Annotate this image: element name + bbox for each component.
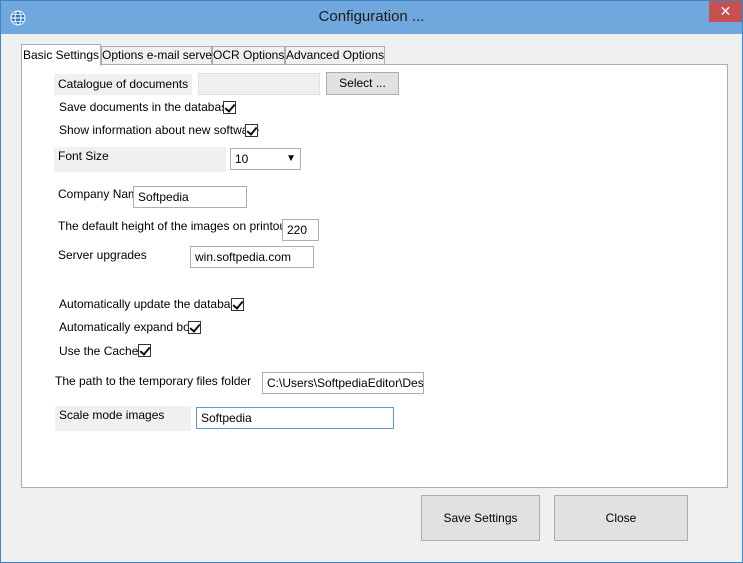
scale-mode-label: Scale mode images (55, 406, 191, 431)
configuration-window: Configuration ... ✕ Basic Settings Optio… (0, 0, 743, 563)
temp-path-label: The path to the temporary files folder (55, 374, 252, 388)
default-height-input[interactable]: 220 (282, 219, 319, 241)
use-cache-label: Use the Cache (59, 344, 139, 358)
tab-ocr-options[interactable]: OCR Options (212, 46, 285, 65)
company-name-input[interactable]: Softpedia (133, 186, 247, 208)
catalogue-label: Catalogue of documents (54, 74, 192, 95)
close-icon: ✕ (719, 3, 732, 19)
select-catalogue-button[interactable]: Select ... (326, 72, 399, 95)
font-size-label: Font Size (54, 147, 226, 172)
catalogue-field[interactable] (198, 73, 320, 95)
font-size-select[interactable]: 10 ▼ (230, 148, 301, 170)
save-documents-label: Save documents in the database (59, 100, 234, 114)
use-cache-checkbox[interactable] (138, 344, 151, 357)
server-upgrades-label: Server upgrades (58, 248, 147, 262)
window-title: Configuration ... (318, 8, 425, 25)
tab-email-server[interactable]: Options e-mail server (101, 46, 216, 65)
company-name-label: Company Name (58, 187, 145, 201)
auto-update-checkbox[interactable] (231, 298, 244, 311)
server-upgrades-input[interactable]: win.softpedia.com (190, 246, 314, 268)
scale-mode-input[interactable]: Softpedia (196, 407, 394, 429)
font-size-value: 10 (235, 152, 249, 166)
save-documents-checkbox[interactable] (223, 101, 236, 114)
tab-advanced-options[interactable]: Advanced Options (285, 46, 385, 65)
chevron-down-icon: ▼ (286, 153, 296, 164)
close-window-button[interactable]: ✕ (709, 1, 742, 22)
save-settings-button[interactable]: Save Settings (421, 495, 540, 541)
auto-update-label: Automatically update the database (59, 297, 244, 311)
basic-settings-panel: Catalogue of documents Select ... Save d… (21, 64, 728, 488)
auto-expand-checkbox[interactable] (188, 321, 201, 334)
auto-expand-label: Automatically expand box (59, 320, 196, 334)
show-info-checkbox[interactable] (245, 124, 258, 137)
temp-path-input[interactable]: C:\Users\SoftpediaEditor\Desktop (262, 372, 424, 394)
show-info-label: Show information about new software (59, 123, 260, 137)
default-height-label: The default height of the images on prin… (58, 219, 296, 233)
close-button[interactable]: Close (554, 495, 688, 541)
title-bar[interactable]: Configuration ... ✕ (1, 1, 742, 34)
tab-basic-settings[interactable]: Basic Settings (21, 44, 101, 66)
